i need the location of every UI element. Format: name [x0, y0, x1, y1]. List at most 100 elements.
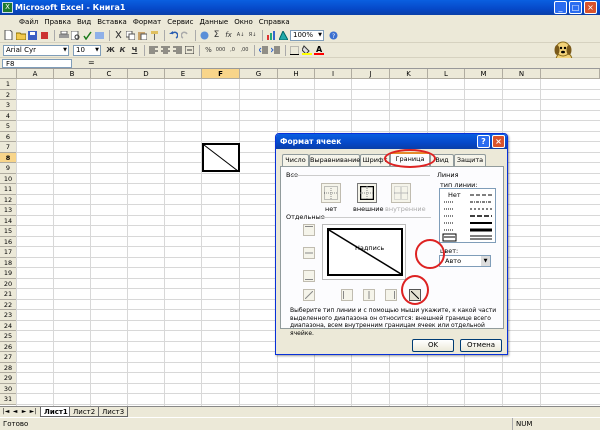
borders-icon[interactable]	[289, 45, 300, 56]
research-icon[interactable]	[94, 30, 105, 41]
row-header[interactable]: 2	[0, 89, 17, 100]
spelling-icon[interactable]	[82, 30, 93, 41]
row-header[interactable]: 25	[0, 331, 17, 342]
drawing-icon[interactable]	[278, 30, 289, 41]
close-button[interactable]: ×	[584, 1, 597, 14]
menu-insert[interactable]: Вставка	[94, 18, 130, 26]
select-all-corner[interactable]	[0, 69, 17, 79]
column-header[interactable]: E	[165, 69, 202, 79]
row-header[interactable]: 24	[0, 320, 17, 331]
tab-patterns[interactable]: Вид	[430, 154, 454, 166]
align-right-icon[interactable]	[172, 45, 183, 56]
preset-none-button[interactable]	[321, 183, 341, 203]
border-middle-vertical-button[interactable]	[363, 289, 375, 301]
row-header[interactable]: 4	[0, 110, 17, 121]
thousands-separator-button[interactable]: 000	[215, 45, 226, 56]
tab-font[interactable]: Шрифт	[360, 154, 390, 166]
row-header[interactable]: 8	[0, 152, 17, 163]
row-header[interactable]: 27	[0, 352, 17, 363]
menu-tools[interactable]: Сервис	[164, 18, 196, 26]
sheet-tab-3[interactable]: Лист3	[98, 407, 129, 417]
menu-data[interactable]: Данные	[196, 18, 231, 26]
paste-icon[interactable]	[137, 30, 148, 41]
column-header-active[interactable]: F	[202, 69, 240, 79]
row-header[interactable]: 18	[0, 257, 17, 268]
font-select[interactable]: Arial Cyr ▼	[3, 44, 69, 56]
border-preview-area[interactable]: Надпись	[322, 224, 406, 280]
format-painter-icon[interactable]	[149, 30, 160, 41]
row-header[interactable]: 15	[0, 226, 17, 237]
row-header[interactable]: 16	[0, 236, 17, 247]
column-header[interactable]: B	[54, 69, 91, 79]
last-sheet-icon[interactable]: ►|	[29, 408, 37, 416]
row-header[interactable]: 19	[0, 268, 17, 279]
row-header[interactable]: 28	[0, 362, 17, 373]
row-header[interactable]: 6	[0, 131, 17, 142]
sort-ascending-icon[interactable]: А↓	[235, 30, 246, 41]
excel-app-icon[interactable]: X	[2, 2, 13, 13]
open-folder-icon[interactable]	[15, 30, 26, 41]
tab-border[interactable]: Граница	[390, 152, 430, 166]
zoom-select[interactable]: 100% ▼	[290, 29, 324, 41]
column-header[interactable]: N	[503, 69, 541, 79]
row-header[interactable]: 26	[0, 341, 17, 352]
row-header[interactable]: 1	[0, 79, 17, 90]
permission-icon[interactable]	[39, 30, 50, 41]
column-header[interactable]: K	[390, 69, 428, 79]
row-header[interactable]: 30	[0, 383, 17, 394]
fill-color-icon[interactable]	[301, 45, 312, 56]
column-header[interactable]: G	[240, 69, 278, 79]
name-box[interactable]: F8	[2, 59, 72, 68]
line-styles[interactable]	[440, 189, 497, 244]
column-header[interactable]: H	[278, 69, 315, 79]
undo-icon[interactable]	[168, 30, 179, 41]
function-icon[interactable]: fx	[223, 30, 234, 41]
column-header[interactable]: D	[128, 69, 165, 79]
save-icon[interactable]	[27, 30, 38, 41]
minimize-button[interactable]: _	[554, 1, 567, 14]
hyperlink-icon[interactable]	[199, 30, 210, 41]
prev-sheet-icon[interactable]: ◄	[11, 408, 19, 416]
row-header[interactable]: 10	[0, 173, 17, 184]
menu-help[interactable]: Справка	[256, 18, 293, 26]
chevron-down-icon[interactable]: ▼	[481, 256, 490, 266]
currency-button[interactable]: %	[203, 45, 214, 56]
dialog-help-button[interactable]: ?	[477, 135, 490, 148]
autosum-icon[interactable]: Σ	[211, 30, 222, 41]
menu-view[interactable]: Вид	[74, 18, 94, 26]
row-header[interactable]: 17	[0, 247, 17, 258]
column-header[interactable]: C	[91, 69, 128, 79]
row-header[interactable]: 14	[0, 215, 17, 226]
column-header[interactable]: I	[315, 69, 352, 79]
increase-indent-icon[interactable]	[270, 45, 281, 56]
color-select[interactable]: Авто ▼	[439, 255, 491, 267]
line-style-list[interactable]: Нет	[439, 188, 496, 243]
row-header[interactable]: 9	[0, 163, 17, 174]
tab-alignment[interactable]: Выравнивание	[309, 154, 360, 166]
italic-button[interactable]: К	[117, 45, 128, 56]
row-header[interactable]: 13	[0, 205, 17, 216]
column-header[interactable]: L	[428, 69, 465, 79]
menu-file[interactable]: Файл	[16, 18, 41, 26]
sheet-tab-1[interactable]: Лист1	[40, 407, 72, 417]
print-preview-icon[interactable]	[70, 30, 81, 41]
increase-decimal-button[interactable]: ,0	[227, 45, 238, 56]
row-header[interactable]: 11	[0, 184, 17, 195]
next-sheet-icon[interactable]: ►	[20, 408, 28, 416]
active-cell-f8[interactable]	[202, 143, 240, 172]
new-document-icon[interactable]	[3, 30, 14, 41]
decrease-decimal-icon[interactable]: ,00	[239, 45, 250, 56]
row-header[interactable]: 5	[0, 121, 17, 132]
underline-button[interactable]: Ч	[129, 45, 140, 56]
dialog-close-button[interactable]: ×	[492, 135, 505, 148]
border-top-button[interactable]	[303, 224, 315, 236]
row-header[interactable]: 3	[0, 100, 17, 111]
row-header[interactable]: 22	[0, 299, 17, 310]
merge-center-icon[interactable]	[184, 45, 195, 56]
sort-descending-icon[interactable]: Я↓	[247, 30, 258, 41]
menu-window[interactable]: Окно	[231, 18, 256, 26]
preset-outline-button[interactable]	[357, 183, 377, 203]
tab-number[interactable]: Число	[282, 154, 309, 166]
sheet-tab-2[interactable]: Лист2	[69, 407, 100, 417]
redo-icon[interactable]	[180, 30, 191, 41]
